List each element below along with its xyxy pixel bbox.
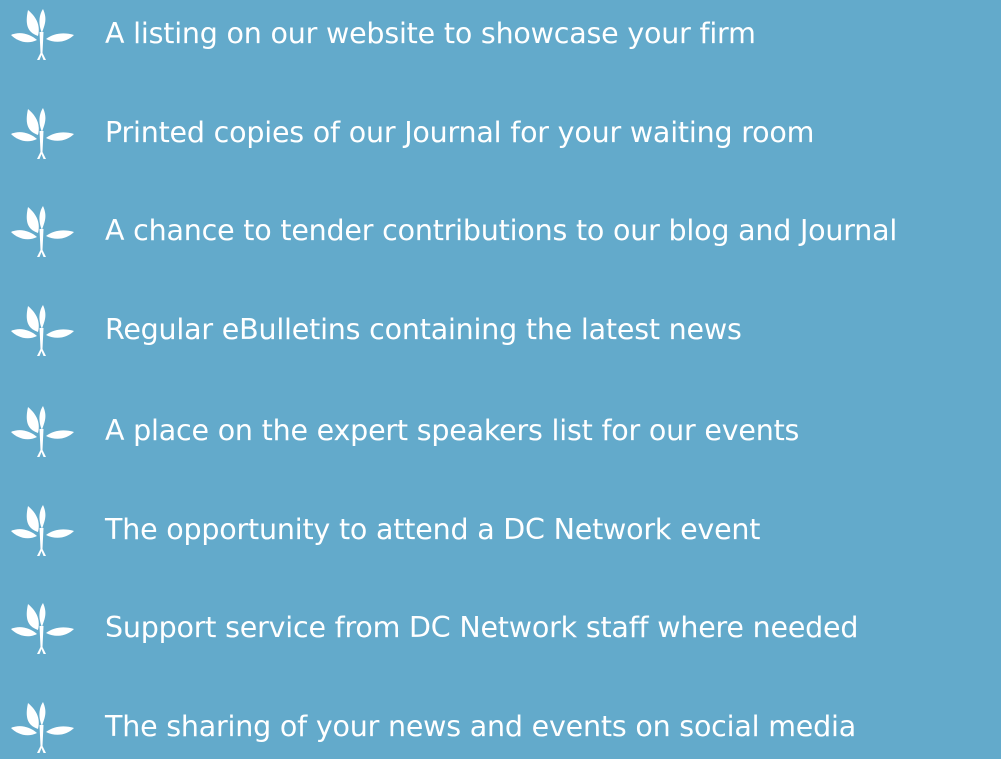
list-item: Support service from DC Network staff wh… xyxy=(0,600,1001,660)
benefit-label: The sharing of your news and events on s… xyxy=(105,710,856,743)
benefit-label: Regular eBulletins containing the latest… xyxy=(105,313,742,346)
list-item: Regular eBulletins containing the latest… xyxy=(0,302,1001,362)
list-item: A place on the expert speakers list for … xyxy=(0,403,1001,463)
benefit-label: Printed copies of our Journal for your w… xyxy=(105,116,815,149)
list-item: A listing on our website to showcase you… xyxy=(0,6,1001,66)
leaf-sprig-icon xyxy=(8,699,76,759)
benefit-label: A place on the expert speakers list for … xyxy=(105,414,800,447)
leaf-sprig-icon xyxy=(8,6,76,66)
benefit-label: A listing on our website to showcase you… xyxy=(105,17,756,50)
benefit-label: The opportunity to attend a DC Network e… xyxy=(105,513,761,546)
leaf-sprig-icon xyxy=(8,203,76,263)
leaf-sprig-icon xyxy=(8,403,76,463)
list-item: Printed copies of our Journal for your w… xyxy=(0,105,1001,165)
leaf-sprig-icon xyxy=(8,105,76,165)
list-item: A chance to tender contributions to our … xyxy=(0,203,1001,263)
benefit-label: A chance to tender contributions to our … xyxy=(105,214,898,247)
list-item: The sharing of your news and events on s… xyxy=(0,699,1001,759)
leaf-sprig-icon xyxy=(8,600,76,660)
benefit-label: Support service from DC Network staff wh… xyxy=(105,611,859,644)
list-item: The opportunity to attend a DC Network e… xyxy=(0,502,1001,562)
leaf-sprig-icon xyxy=(8,302,76,362)
leaf-sprig-icon xyxy=(8,502,76,562)
